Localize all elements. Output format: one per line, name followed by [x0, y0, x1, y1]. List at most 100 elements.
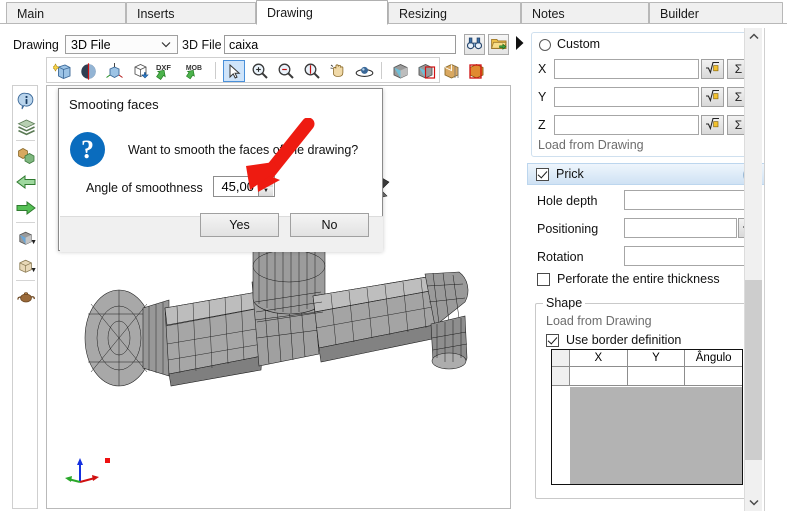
tab-notes[interactable]: Notes [521, 2, 649, 24]
xyz-axis-gizmo [65, 458, 99, 483]
tab-drawing[interactable]: Drawing [256, 0, 388, 25]
cube-view-icon[interactable]: ▼ [14, 226, 38, 250]
open-file-button[interactable] [488, 34, 509, 55]
dxf-export-icon[interactable]: DXF [155, 60, 177, 82]
orbit-rotate-icon[interactable] [353, 60, 375, 82]
spinner-down-icon[interactable]: ▼ [259, 186, 273, 196]
custom-radio[interactable] [539, 39, 551, 51]
toolbar-separator [16, 140, 35, 141]
z-field-label: Z [538, 118, 546, 132]
tab-builder[interactable]: Builder [649, 2, 783, 24]
tab-label: Drawing [267, 5, 313, 20]
angle-field-input[interactable]: 45,00 [213, 176, 259, 197]
view-shaded-icon[interactable] [467, 60, 489, 82]
angle-field-value: 45,00 [221, 179, 254, 194]
prick-title: Prick [556, 167, 584, 181]
grid-row[interactable] [552, 367, 743, 386]
yes-button[interactable]: Yes [200, 213, 279, 237]
rotation-label: Rotation [537, 250, 584, 264]
tab-main[interactable]: Main [6, 2, 126, 24]
grid-col-x: X [570, 350, 628, 366]
grid-cell-x[interactable] [570, 367, 628, 385]
tab-inserts[interactable]: Inserts [126, 2, 256, 24]
angle-field-label: Angle of smoothness [86, 181, 203, 195]
pan-hand-icon[interactable] [327, 60, 349, 82]
no-button[interactable]: No [290, 213, 369, 237]
scrollbar-thumb[interactable] [745, 280, 762, 460]
sqrt-icon [705, 61, 720, 77]
positioning-label: Positioning [537, 222, 599, 236]
sqrt-icon [705, 89, 720, 105]
arrow-right-icon[interactable] [14, 196, 38, 220]
sigma-icon: Σ [734, 90, 743, 104]
prick-section-header[interactable]: Prick [527, 163, 765, 185]
view-wireframe-icon[interactable] [441, 60, 463, 82]
axis-cube-icon[interactable] [103, 60, 125, 82]
blocks-icon[interactable] [14, 144, 38, 168]
angle-spinner[interactable]: ▲ ▼ [259, 176, 275, 197]
expand-panel-button[interactable] [513, 34, 525, 55]
open-folder-icon [490, 37, 507, 53]
play-arrow-icon [515, 36, 524, 53]
select-arrow-icon[interactable] [223, 60, 245, 82]
info-icon[interactable] [14, 89, 38, 113]
mob-export-icon[interactable]: MOB [185, 60, 207, 82]
x-sqrt-button[interactable] [701, 59, 724, 79]
left-vertical-toolbar: ▼ ▼ [12, 85, 38, 509]
file-input[interactable]: caixa [224, 35, 456, 54]
grid-cell-angle[interactable] [685, 367, 743, 385]
y-field-input[interactable] [554, 87, 699, 107]
zoom-out-icon[interactable] [275, 60, 297, 82]
drawing-type-dropdown[interactable]: 3D File [65, 35, 178, 54]
chevron-up-icon[interactable] [745, 28, 762, 45]
zoom-fit-icon[interactable] [301, 60, 323, 82]
view-solid-icon[interactable] [389, 60, 411, 82]
drawing-type-label: Drawing [13, 38, 59, 52]
y-field-label: Y [538, 90, 547, 104]
sphere-half-icon[interactable] [77, 60, 99, 82]
positioning-input[interactable] [624, 218, 737, 238]
z-field-input[interactable] [554, 115, 699, 135]
perforate-checkbox[interactable] [537, 273, 550, 286]
shape-points-grid[interactable]: X Y Ângulo [551, 349, 743, 485]
toolbar-separator [215, 62, 216, 79]
question-mark-icon: ? [70, 132, 105, 167]
new-3d-object-icon[interactable] [51, 60, 73, 82]
tab-label: Builder [660, 6, 699, 21]
zoom-in-icon[interactable] [249, 60, 271, 82]
box-icon[interactable]: ▼ [14, 254, 38, 278]
shape-group-label: Shape [543, 296, 586, 310]
layers-icon[interactable] [14, 115, 38, 139]
grid-row-header[interactable] [552, 367, 570, 385]
teapot-icon[interactable] [14, 284, 38, 308]
arrow-left-icon[interactable] [14, 170, 38, 194]
toolbar-separator [16, 222, 35, 223]
grid-header-row: X Y Ângulo [552, 350, 742, 367]
shape-load-note: Load from Drawing [546, 314, 652, 328]
custom-load-note: Load from Drawing [538, 138, 644, 152]
drawing-icon-toolbar: DXF MOB [46, 57, 483, 83]
grid-empty-area [570, 387, 742, 484]
hole-depth-input[interactable] [624, 190, 761, 210]
tab-resizing[interactable]: Resizing [388, 2, 521, 24]
border-definition-checkbox[interactable] [546, 334, 559, 347]
chevron-down-icon[interactable] [745, 494, 762, 511]
grid-col-angle: Ângulo [695, 352, 732, 364]
grid-col-y: Y [628, 350, 686, 366]
binoculars-icon [466, 37, 483, 53]
find-file-button[interactable] [464, 34, 485, 55]
x-field-input[interactable] [554, 59, 699, 79]
grid-cell-y[interactable] [627, 367, 686, 385]
view-solid-edges-icon[interactable] [415, 60, 437, 82]
cube-import-icon[interactable] [129, 60, 151, 82]
z-sqrt-button[interactable] [701, 115, 724, 135]
rotation-input[interactable] [624, 246, 745, 266]
prick-checkbox[interactable] [536, 168, 549, 181]
shape-group: Load from Drawing Use border definition … [535, 303, 757, 499]
file-field-label: 3D File [182, 38, 222, 52]
custom-label: Custom [557, 37, 601, 51]
tab-label: Notes [532, 6, 565, 21]
properties-panel-scrollbar[interactable] [744, 28, 762, 511]
sigma-icon: Σ [734, 62, 743, 76]
y-sqrt-button[interactable] [701, 87, 724, 107]
